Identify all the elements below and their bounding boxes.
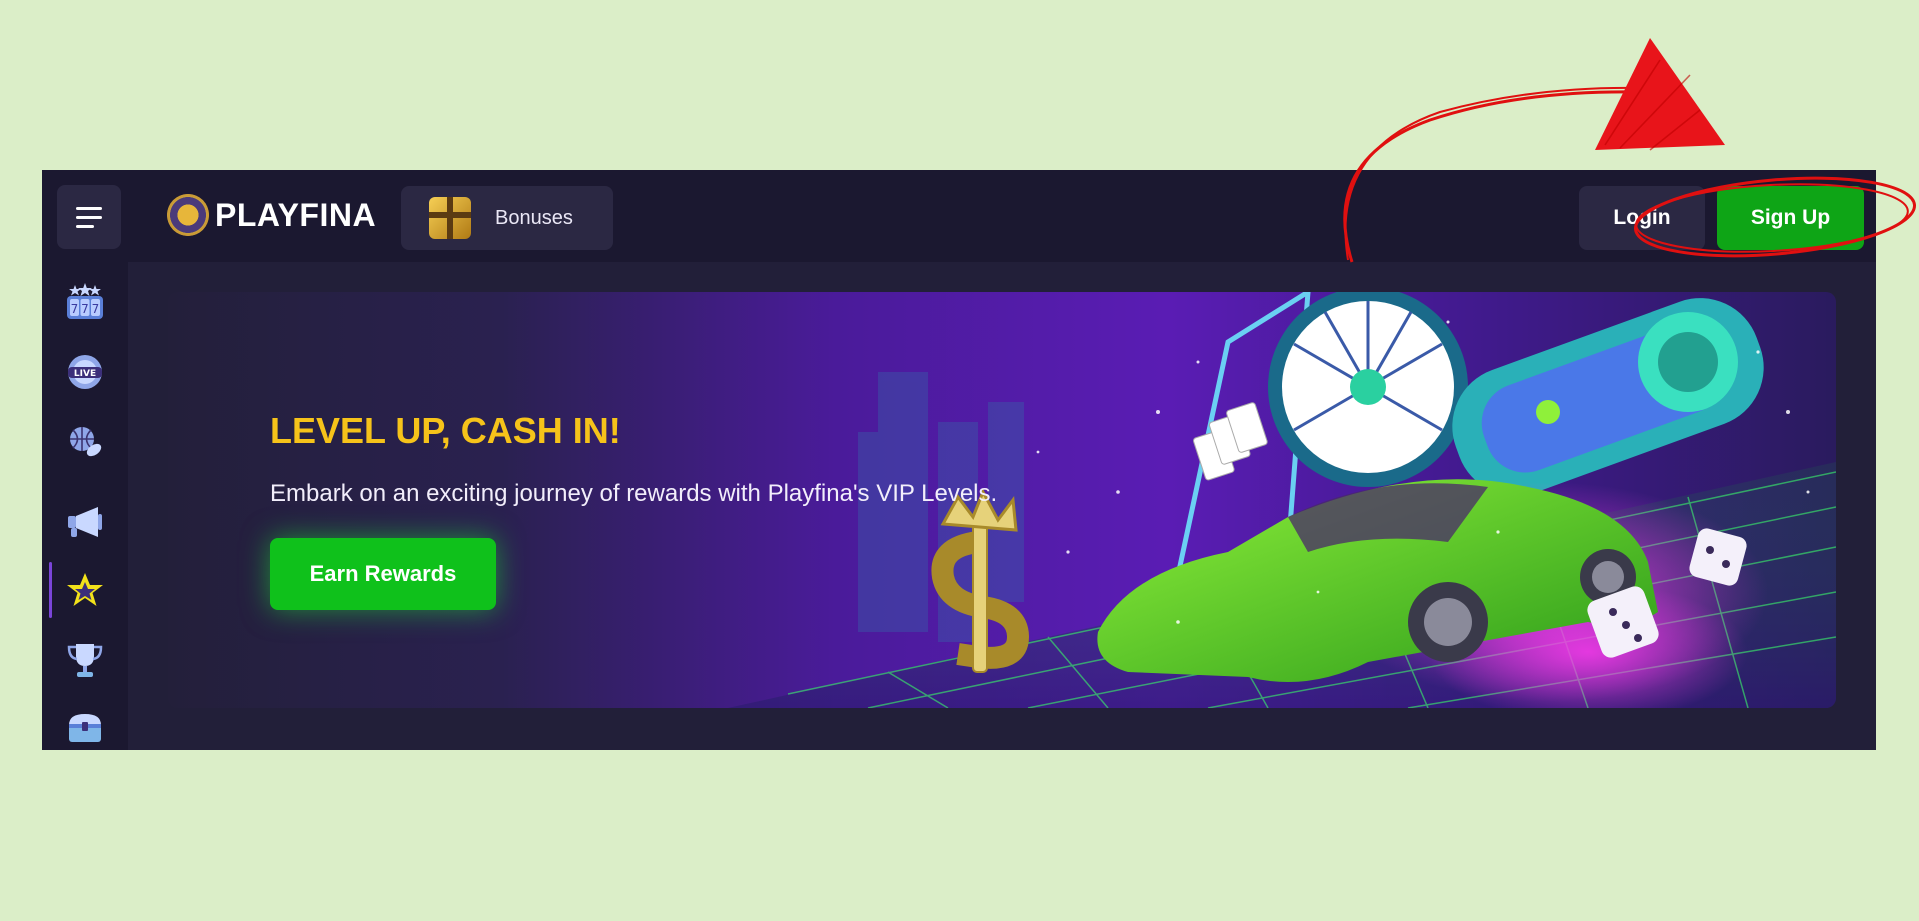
- bonuses-label: Bonuses: [495, 206, 573, 229]
- top-navigation-bar: PLAYFINA Bonuses Login Sign Up: [42, 170, 1876, 262]
- star-vip-icon: [67, 573, 103, 606]
- svg-text:7: 7: [81, 302, 89, 316]
- svg-text:7: 7: [92, 302, 100, 316]
- sidebar-item-sports[interactable]: [42, 414, 128, 470]
- svg-text:LIVE: LIVE: [74, 369, 96, 379]
- casino-app-window: PLAYFINA Bonuses Login Sign Up 7 7 7 LIV…: [42, 170, 1876, 750]
- live-casino-icon: LIVE: [68, 355, 102, 389]
- hamburger-menu-icon: [76, 206, 102, 210]
- menu-button[interactable]: [57, 185, 121, 249]
- sidebar-item-slots[interactable]: 7 7 7: [42, 274, 128, 330]
- trophy-icon: [67, 644, 103, 677]
- playfina-logo[interactable]: PLAYFINA: [167, 194, 376, 236]
- sports-ball-icon: [70, 427, 102, 457]
- megaphone-icon: [68, 507, 102, 537]
- sidebar: 7 7 7 LIVE: [42, 262, 128, 750]
- logo-coin-icon: [167, 194, 209, 236]
- treasure-chest-icon: [69, 714, 101, 742]
- login-button[interactable]: Login: [1579, 186, 1705, 250]
- earn-rewards-button[interactable]: Earn Rewards: [270, 538, 496, 610]
- sidebar-item-live-casino[interactable]: LIVE: [42, 344, 128, 400]
- gift-box-icon: [429, 197, 471, 239]
- main-content: LEVEL UP, CASH IN! Embark on an exciting…: [128, 262, 1876, 750]
- svg-text:7: 7: [71, 302, 79, 316]
- logo-text: PLAYFINA: [215, 196, 377, 233]
- vip-promo-banner: LEVEL UP, CASH IN! Embark on an exciting…: [168, 292, 1836, 708]
- sidebar-item-promotions[interactable]: [42, 494, 128, 550]
- sign-up-button[interactable]: Sign Up: [1717, 186, 1864, 250]
- banner-subtitle: Embark on an exciting journey of rewards…: [270, 480, 998, 507]
- banner-title: LEVEL UP, CASH IN!: [270, 410, 621, 451]
- sidebar-item-tournaments[interactable]: [42, 632, 128, 688]
- slots-777-icon: 7 7 7: [67, 283, 103, 319]
- sidebar-item-shop[interactable]: [42, 700, 128, 750]
- sidebar-item-vip[interactable]: [42, 562, 128, 618]
- bonuses-button[interactable]: Bonuses: [401, 186, 613, 250]
